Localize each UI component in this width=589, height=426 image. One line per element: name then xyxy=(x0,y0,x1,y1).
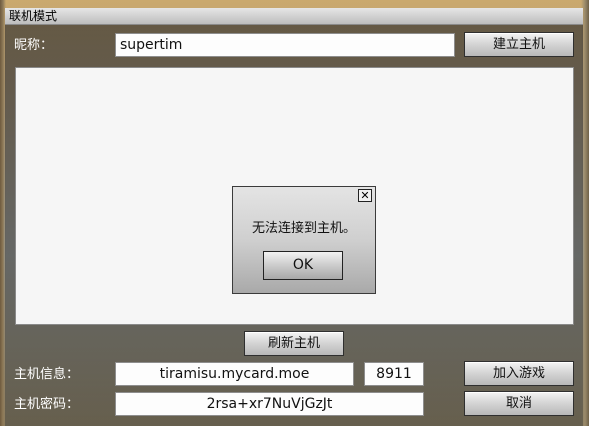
dialog-message: 无法连接到主机。 xyxy=(251,221,356,236)
host-password-input[interactable]: 2rsa+xr7NuVjGzJt xyxy=(115,392,424,416)
join-game-button[interactable]: 加入游戏 xyxy=(464,361,574,386)
window-title: 联机模式 xyxy=(5,8,583,25)
nickname-label: 昵称： xyxy=(14,38,54,53)
error-dialog: ✕ 无法连接到主机。 OK xyxy=(232,186,376,294)
refresh-host-button[interactable]: 刷新主机 xyxy=(244,331,344,356)
cancel-button[interactable]: 取消 xyxy=(464,391,574,416)
host-port-input[interactable]: 8911 xyxy=(364,362,424,386)
ok-button[interactable]: OK xyxy=(263,251,343,280)
dialog-titlebar: ✕ xyxy=(233,187,375,204)
nickname-input[interactable]: supertim xyxy=(115,33,455,57)
host-password-label: 主机密码： xyxy=(14,397,80,412)
host-address-input[interactable]: tiramisu.mycard.moe xyxy=(115,362,354,386)
create-host-button[interactable]: 建立主机 xyxy=(464,32,574,57)
host-info-label: 主机信息： xyxy=(14,367,80,382)
close-icon[interactable]: ✕ xyxy=(358,189,372,202)
online-mode-window: 联机模式 昵称： supertim 建立主机 ✕ 无法连接到主机。 OK 刷新主… xyxy=(5,8,583,426)
